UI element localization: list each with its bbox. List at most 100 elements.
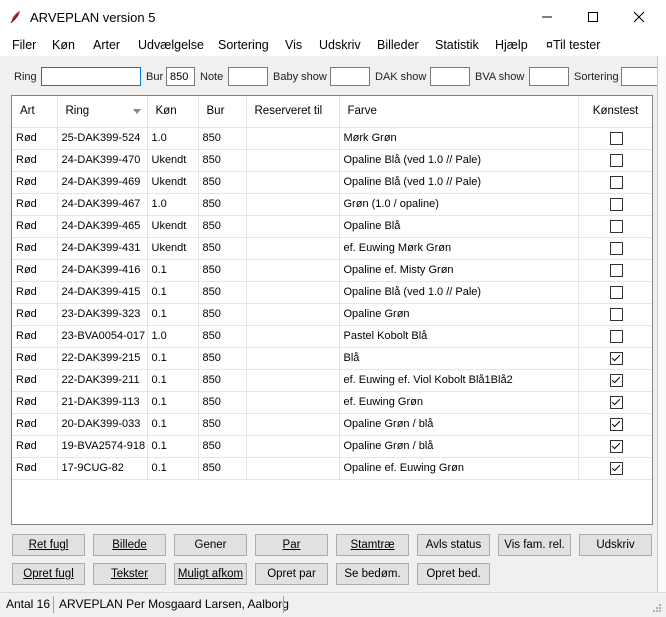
konstest-checkbox[interactable] — [609, 197, 623, 211]
table-row[interactable]: Rød 17-9CUG-82 0.1 850 Opaline ef. Euwing Gr… — [12, 457, 652, 480]
cell-ring[interactable]: 24-DAK399-465 — [57, 215, 148, 238]
cell-bur[interactable]: 850 — [198, 303, 247, 326]
col-header-reserveret[interactable]: Reserveret til — [246, 96, 340, 128]
table-row[interactable]: Rød 20-DAK399-033 0.1 850 Opaline Grøn / blå — [12, 413, 652, 436]
cell-kon[interactable]: 0.1 — [147, 259, 199, 282]
cell-res[interactable] — [246, 171, 340, 194]
menu-billeder[interactable]: Billeder — [377, 38, 419, 52]
konstest-checkbox[interactable] — [609, 395, 623, 409]
cell-res[interactable] — [246, 215, 340, 238]
dak-show-input[interactable] — [430, 67, 470, 86]
cell-ring[interactable]: 24-DAK399-470 — [57, 149, 148, 172]
cell-ring[interactable]: 24-DAK399-415 — [57, 281, 148, 304]
cell-bur[interactable]: 850 — [198, 325, 247, 348]
sortering-input[interactable] — [621, 67, 661, 86]
table-row[interactable]: Rød 24-DAK399-467 1.0 850 Grøn (1.0 / opalin… — [12, 193, 652, 216]
menu-udvaelgelse[interactable]: Udvælgelse — [138, 38, 204, 52]
cell-bur[interactable]: 850 — [198, 369, 247, 392]
cell-kon[interactable]: Ukendt — [147, 237, 199, 260]
note-input[interactable] — [228, 67, 268, 86]
minimize-button[interactable] — [524, 0, 570, 34]
cell-res[interactable] — [246, 347, 340, 370]
cell-bur[interactable]: 850 — [198, 413, 247, 436]
stamtrae-button[interactable]: Stamtræ — [336, 534, 409, 556]
menu-filer[interactable]: Filer — [12, 38, 36, 52]
col-header-farve[interactable]: Farve — [339, 96, 579, 128]
bur-input[interactable] — [166, 67, 195, 86]
menu-statistik[interactable]: Statistik — [435, 38, 479, 52]
konstest-checkbox[interactable] — [609, 263, 623, 277]
konstest-checkbox[interactable] — [609, 131, 623, 145]
cell-kon[interactable]: 0.1 — [147, 369, 199, 392]
cell-ring[interactable]: 23-BVA0054-017 — [57, 325, 148, 348]
konstest-checkbox[interactable] — [609, 285, 623, 299]
cell-res[interactable] — [246, 435, 340, 458]
cell-ring[interactable]: 20-DAK399-033 — [57, 413, 148, 436]
avls-status-button[interactable]: Avls status — [417, 534, 490, 556]
cell-ring[interactable]: 17-9CUG-82 — [57, 457, 148, 480]
konstest-checkbox[interactable] — [609, 219, 623, 233]
konstest-checkbox[interactable] — [609, 461, 623, 475]
se-bedom-button[interactable]: Se bedøm. — [336, 563, 409, 585]
cell-kon[interactable]: 0.1 — [147, 303, 199, 326]
cell-res[interactable] — [246, 149, 340, 172]
bva-show-input[interactable] — [529, 67, 569, 86]
cell-res[interactable] — [246, 303, 340, 326]
cell-res[interactable] — [246, 391, 340, 414]
cell-bur[interactable]: 850 — [198, 171, 247, 194]
menu-sortering[interactable]: Sortering — [218, 38, 269, 52]
cell-ring[interactable]: 19-BVA2574-918 — [57, 435, 148, 458]
table-row[interactable]: Rød 24-DAK399-469 Ukendt 850 Opaline Blå (ve… — [12, 171, 652, 194]
menu-vis[interactable]: Vis — [285, 38, 302, 52]
konstest-checkbox[interactable] — [609, 153, 623, 167]
col-header-bur[interactable]: Bur — [198, 96, 247, 128]
maximize-button[interactable] — [570, 0, 616, 34]
cell-ring[interactable]: 25-DAK399-524 — [57, 127, 148, 150]
cell-kon[interactable]: 1.0 — [147, 193, 199, 216]
cell-kon[interactable]: 0.1 — [147, 413, 199, 436]
col-header-art[interactable]: Art — [12, 96, 58, 128]
konstest-checkbox[interactable] — [609, 307, 623, 321]
cell-ring[interactable]: 23-DAK399-323 — [57, 303, 148, 326]
opret-bed-button[interactable]: Opret bed. — [417, 563, 490, 585]
konstest-checkbox[interactable] — [609, 417, 623, 431]
col-header-konstest[interactable]: Kønstest — [578, 96, 652, 128]
konstest-checkbox[interactable] — [609, 351, 623, 365]
cell-res[interactable] — [246, 127, 340, 150]
cell-ring[interactable]: 21-DAK399-113 — [57, 391, 148, 414]
menu-udskriv[interactable]: Udskriv — [319, 38, 361, 52]
cell-farve[interactable]: ef. Euwing Grøn — [339, 391, 579, 414]
cell-bur[interactable]: 850 — [198, 149, 247, 172]
konstest-checkbox[interactable] — [609, 241, 623, 255]
cell-ring[interactable]: 24-DAK399-431 — [57, 237, 148, 260]
cell-res[interactable] — [246, 193, 340, 216]
cell-art[interactable]: Rød — [12, 259, 58, 282]
table-row[interactable]: Rød 24-DAK399-470 Ukendt 850 Opaline Blå (ve… — [12, 149, 652, 172]
cell-kon[interactable]: 0.1 — [147, 457, 199, 480]
cell-farve[interactable]: ef. Euwing Mørk Grøn — [339, 237, 579, 260]
table-row[interactable]: Rød 24-DAK399-415 0.1 850 Opaline Blå (ved 1… — [12, 281, 652, 304]
cell-bur[interactable]: 850 — [198, 391, 247, 414]
cell-farve[interactable]: Opaline Blå (ved 1.0 // Pale) — [339, 171, 579, 194]
cell-art[interactable]: Rød — [12, 237, 58, 260]
close-button[interactable] — [616, 0, 662, 34]
cell-art[interactable]: Rød — [12, 435, 58, 458]
col-header-kon[interactable]: Køn — [147, 96, 199, 128]
cell-farve[interactable]: Opaline ef. Euwing Grøn — [339, 457, 579, 480]
muligt-afkom-button[interactable]: Muligt afkom — [174, 563, 247, 585]
table-row[interactable]: Rød 23-BVA0054-017 1.0 850 Pastel Kobolt Blå — [12, 325, 652, 348]
cell-bur[interactable]: 850 — [198, 127, 247, 150]
cell-bur[interactable]: 850 — [198, 457, 247, 480]
cell-res[interactable] — [246, 369, 340, 392]
konstest-checkbox[interactable] — [609, 439, 623, 453]
table-row[interactable]: Rød 22-DAK399-215 0.1 850 Blå — [12, 347, 652, 370]
cell-art[interactable]: Rød — [12, 303, 58, 326]
cell-kon[interactable]: 0.1 — [147, 391, 199, 414]
cell-kon[interactable]: 1.0 — [147, 127, 199, 150]
cell-farve[interactable]: Opaline ef. Misty Grøn — [339, 259, 579, 282]
ring-input[interactable] — [41, 67, 141, 86]
baby-show-input[interactable] — [330, 67, 370, 86]
cell-farve[interactable]: Opaline Grøn — [339, 303, 579, 326]
cell-bur[interactable]: 850 — [198, 237, 247, 260]
cell-kon[interactable]: 0.1 — [147, 347, 199, 370]
